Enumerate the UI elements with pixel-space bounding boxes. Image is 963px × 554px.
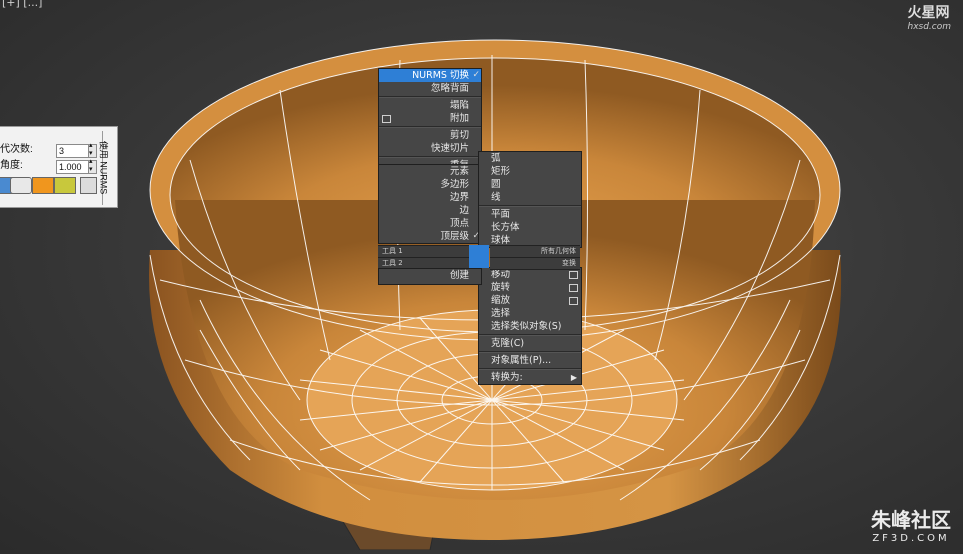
menu-item[interactable]: 旋转 [479, 281, 581, 294]
menu-item[interactable]: 长方体 [479, 221, 581, 234]
menu-item-label: 元素 [449, 166, 469, 177]
hxsd-logo: 火星网 hxsd.com [907, 2, 951, 32]
quad-bar-all-geometry-label: 所有几何体 [541, 247, 576, 255]
menu-item[interactable]: 快速切片 [379, 142, 481, 155]
menu-item[interactable]: NURMS 切换 ✓ [379, 69, 481, 82]
menu-item[interactable]: 附加 [379, 112, 481, 125]
menu-item-label: 矩形 [491, 166, 511, 177]
mode-button-sphere[interactable] [10, 177, 32, 194]
menu-item[interactable]: 转换为: ▶ [479, 371, 581, 384]
menu-item[interactable]: 圆 [479, 178, 581, 191]
quad-menu-left-bottom: 元素多边形边界边顶点 顶层级 ✓ [378, 164, 482, 244]
iterations-input[interactable]: 3 [56, 144, 90, 158]
zf3d-logo-title: 朱峰社区 [871, 508, 951, 532]
menu-item[interactable]: 边界 [379, 191, 481, 204]
quad-menu-right-bottom: 移动旋转缩放选择选择类似对象(S) 克隆(C) 对象属性(P)... 转换为: ▶ [478, 267, 582, 385]
menu-separator [379, 126, 481, 128]
iterations-spinner[interactable] [88, 141, 97, 158]
menu-item[interactable]: 顶点 [379, 217, 481, 230]
menu-item-label: 线 [491, 192, 501, 203]
menu-item[interactable]: 忽略背面 [379, 82, 481, 95]
color-swatch-orange[interactable] [32, 177, 54, 194]
menu-item-label: 选择 [491, 308, 511, 319]
smoothness-label: 角度: [0, 160, 23, 171]
menu-separator [379, 156, 481, 158]
color-swatch-yellow[interactable] [54, 177, 76, 194]
tab-use-nurms-label: 使用 NURMS [98, 140, 109, 195]
menu-separator [479, 351, 581, 353]
smoothness-spinner[interactable] [88, 157, 97, 174]
quad-bar-transform: 变换 [490, 257, 580, 270]
zf3d-logo: 朱峰社区 ZF3D.COM [871, 504, 951, 544]
quad-bar-transform-label: 变换 [562, 259, 576, 267]
menu-item[interactable]: 对象属性(P)... [479, 354, 581, 367]
menu-item[interactable]: 缩放 [479, 294, 581, 307]
cube-icon[interactable] [80, 177, 97, 194]
iterations-label: 代次数: [0, 144, 33, 155]
menu-item-label: 平面 [491, 209, 511, 220]
menu-item-label: 边 [459, 205, 469, 216]
menu-item-label: 缩放 [491, 295, 511, 306]
menu-item-label: 剪切 [449, 130, 469, 141]
menu-item-label: 长方体 [491, 222, 520, 233]
quad-center-selector[interactable] [469, 245, 489, 268]
menu-item[interactable]: 多边形 [379, 178, 481, 191]
check-icon: ✓ [472, 70, 480, 80]
menu-item[interactable]: 选择 [479, 307, 581, 320]
menu-item[interactable]: 塌陷 [379, 99, 481, 112]
menu-item-label: 附加 [449, 113, 469, 124]
menu-item[interactable]: 克隆(C) [479, 337, 581, 350]
menu-item-label: 塌陷 [449, 100, 469, 111]
menu-item-label: 多边形 [440, 179, 469, 190]
menu-separator [479, 205, 581, 207]
zf3d-logo-url: ZF3D.COM [872, 533, 950, 544]
menu-item-label: 顶层级 [440, 231, 469, 242]
menu-item[interactable]: 剪切 [379, 129, 481, 142]
menu-separator [479, 334, 581, 336]
menu-item-label: 圆 [491, 179, 501, 190]
menu-item[interactable]: 矩形 [479, 165, 581, 178]
menu-item[interactable]: 边 [379, 204, 481, 217]
menu-item-label: 转换为: [491, 372, 523, 383]
menu-item-label: 忽略背面 [430, 83, 469, 94]
menu-item-label: NURMS 切换 [412, 70, 469, 81]
menu-item-label: 边界 [449, 192, 469, 203]
menu-item[interactable]: 元素 [379, 165, 481, 178]
menu-item-create[interactable]: 创建 [379, 269, 481, 282]
quad-bar-tools2-label: 工具 2 [382, 259, 403, 267]
menu-item[interactable]: 顶层级 ✓ [379, 230, 481, 243]
menu-item[interactable]: 选择类似对象(S) [479, 320, 581, 333]
submenu-arrow-icon: ▶ [570, 373, 577, 382]
menu-item-label: 移动 [491, 269, 511, 280]
settings-box-icon[interactable] [382, 115, 391, 123]
menu-item-label: 快速切片 [430, 143, 469, 154]
viewport-label[interactable]: [+] [...] [2, 0, 42, 9]
tab-use-nurms[interactable]: 使用 NURMS [98, 131, 116, 205]
menu-separator [479, 368, 581, 370]
smoothness-input[interactable]: 1.000 [56, 160, 90, 174]
hxsd-logo-title: 火星网 [907, 5, 950, 21]
menu-item[interactable]: 平面 [479, 208, 581, 221]
settings-box-icon[interactable] [569, 284, 578, 292]
settings-box-icon[interactable] [569, 271, 578, 279]
menu-separator [379, 96, 481, 98]
menu-item-label: 弧 [491, 153, 501, 164]
quad-menu-left-top: NURMS 切换✓忽略背面塌陷附加剪切快速切片重复 [378, 68, 482, 173]
menu-item-label: 克隆(C) [491, 338, 525, 349]
menu-item-label: 选择类似对象(S) [491, 321, 562, 332]
menu-item-label: 顶点 [449, 218, 469, 229]
quad-bar-tools1-label: 工具 1 [382, 247, 403, 255]
hxsd-logo-url: hxsd.com [907, 22, 951, 32]
settings-box-icon[interactable] [569, 297, 578, 305]
nurms-settings-panel: 代次数: 3 角度: 1.000 使用 NURMS [0, 126, 118, 208]
menu-item[interactable]: 线 [479, 191, 581, 204]
menu-item[interactable]: 弧 [479, 152, 581, 165]
menu-item-label: 对象属性(P)... [491, 355, 552, 366]
menu-item-label: 旋转 [491, 282, 511, 293]
quad-menu-right-top: 弧矩形圆线平面 长方体 球体 [478, 151, 582, 248]
quad-menu-create[interactable]: 创建 [378, 268, 482, 285]
